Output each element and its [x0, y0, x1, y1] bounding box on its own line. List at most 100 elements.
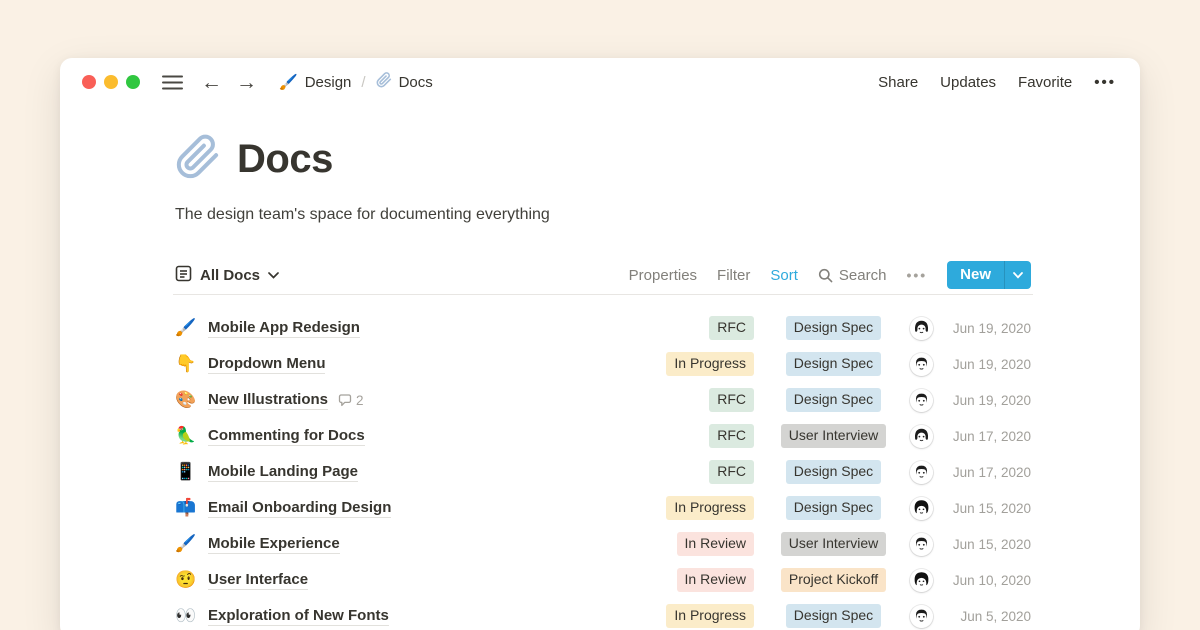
traffic-close-button[interactable] [82, 75, 96, 89]
table-row: 🖌️ Mobile App Redesign RFC Design Spec J… [175, 310, 1031, 346]
paperclip-icon [376, 72, 392, 92]
chevron-down-icon [1013, 272, 1023, 279]
table-row: 👀 Exploration of New Fonts In Progress D… [175, 598, 1031, 630]
table-row: 🤨 User Interface In Review Project Kicko… [175, 562, 1031, 598]
new-button[interactable]: New [947, 261, 1004, 289]
page-title[interactable]: Docs [237, 137, 333, 182]
type-tag[interactable]: Design Spec [786, 316, 881, 339]
breadcrumb-item-docs[interactable]: Docs [376, 72, 433, 92]
type-tag[interactable]: Project Kickoff [781, 568, 886, 591]
status-tag[interactable]: RFC [709, 316, 754, 339]
date-value: Jun 15, 2020 [945, 501, 1031, 516]
doc-title-link[interactable]: New Illustrations [208, 390, 328, 411]
updates-button[interactable]: Updates [940, 74, 996, 91]
table-row: 📫 Email Onboarding Design In Progress De… [175, 490, 1031, 526]
filter-button[interactable]: Filter [717, 267, 750, 284]
type-tag[interactable]: Design Spec [786, 460, 881, 483]
page-emoji-icon: 🖌️ [175, 318, 197, 338]
avatar[interactable] [910, 533, 933, 556]
share-button[interactable]: Share [878, 74, 918, 91]
traffic-zoom-button[interactable] [126, 75, 140, 89]
date-value: Jun 19, 2020 [945, 393, 1031, 408]
table-row: 👇 Dropdown Menu In Progress Design Spec … [175, 346, 1031, 382]
doc-title-link[interactable]: Mobile App Redesign [208, 318, 360, 339]
avatar[interactable] [910, 605, 933, 628]
date-value: Jun 15, 2020 [945, 537, 1031, 552]
avatar[interactable] [910, 461, 933, 484]
status-tag[interactable]: RFC [709, 460, 754, 483]
status-tag[interactable]: RFC [709, 388, 754, 411]
forward-arrow-icon[interactable]: → [236, 72, 257, 93]
toolbar-divider [173, 294, 1033, 295]
docs-table: 🖌️ Mobile App Redesign RFC Design Spec J… [175, 310, 1031, 630]
type-tag[interactable]: Design Spec [786, 496, 881, 519]
table-row: 🦜 Commenting for Docs RFC User Interview… [175, 418, 1031, 454]
avatar[interactable] [910, 317, 933, 340]
status-tag[interactable]: RFC [709, 424, 754, 447]
type-tag[interactable]: Design Spec [786, 352, 881, 375]
breadcrumb-label: Docs [399, 74, 433, 91]
doc-title-link[interactable]: Mobile Experience [208, 534, 340, 555]
status-tag[interactable]: In Progress [666, 604, 754, 627]
avatar[interactable] [910, 389, 933, 412]
traffic-minimize-button[interactable] [104, 75, 118, 89]
doc-title-link[interactable]: Mobile Landing Page [208, 462, 358, 483]
view-switcher-label: All Docs [200, 267, 260, 284]
menu-icon[interactable] [162, 75, 183, 90]
date-value: Jun 19, 2020 [945, 321, 1031, 336]
titlebar-actions: Share Updates Favorite ••• [878, 74, 1116, 91]
favorite-button[interactable]: Favorite [1018, 74, 1072, 91]
comment-count-value: 2 [356, 393, 364, 408]
type-tag[interactable]: Design Spec [786, 388, 881, 411]
properties-button[interactable]: Properties [629, 267, 697, 284]
avatar[interactable] [910, 497, 933, 520]
breadcrumb: 🖌️ Design / Docs [279, 72, 433, 92]
doc-title-link[interactable]: Commenting for Docs [208, 426, 365, 447]
page-emoji-icon: 🖌️ [175, 534, 197, 554]
date-value: Jun 5, 2020 [945, 609, 1031, 624]
doc-title-link[interactable]: Exploration of New Fonts [208, 606, 389, 627]
avatar[interactable] [910, 353, 933, 376]
status-tag[interactable]: In Review [677, 568, 754, 591]
more-options-icon[interactable]: ••• [1094, 74, 1116, 91]
status-tag[interactable]: In Review [677, 532, 754, 555]
app-window: ← → 🖌️ Design / Docs Share Updates Favor… [60, 58, 1140, 630]
chevron-down-icon [268, 272, 279, 279]
avatar[interactable] [910, 569, 933, 592]
breadcrumb-item-design[interactable]: 🖌️ Design [279, 73, 351, 91]
date-value: Jun 17, 2020 [945, 465, 1031, 480]
type-tag[interactable]: User Interview [781, 424, 886, 447]
page-emoji-icon: 👀 [175, 606, 197, 626]
search-button[interactable]: Search [818, 267, 887, 284]
page-emoji-icon: 📱 [175, 462, 197, 482]
new-dropdown-button[interactable] [1004, 261, 1031, 289]
back-arrow-icon[interactable]: ← [201, 72, 222, 93]
avatar[interactable] [910, 425, 933, 448]
search-icon [818, 268, 833, 283]
paperclip-icon-large[interactable] [175, 134, 221, 185]
search-label: Search [839, 267, 887, 284]
status-tag[interactable]: In Progress [666, 352, 754, 375]
doc-title-link[interactable]: Dropdown Menu [208, 354, 325, 375]
date-value: Jun 19, 2020 [945, 357, 1031, 372]
view-switcher[interactable]: All Docs [175, 265, 279, 286]
comment-count[interactable]: 2 [338, 393, 364, 408]
document-icon [175, 265, 192, 286]
new-button-group: New [947, 261, 1031, 289]
breadcrumb-separator: / [359, 74, 367, 91]
doc-title-link[interactable]: User Interface [208, 570, 308, 591]
page-emoji-icon: 🎨 [175, 390, 197, 410]
toolbar-more-icon[interactable]: ••• [906, 267, 927, 283]
breadcrumb-label: Design [305, 74, 352, 91]
type-tag[interactable]: Design Spec [786, 604, 881, 627]
page-emoji-icon: 📫 [175, 498, 197, 518]
sort-button[interactable]: Sort [770, 267, 798, 284]
page-subtitle[interactable]: The design team's space for documenting … [175, 206, 550, 224]
view-toolbar: All Docs Properties Filter Sort Search •… [175, 259, 1031, 291]
page-emoji-icon: 👇 [175, 354, 197, 374]
status-tag[interactable]: In Progress [666, 496, 754, 519]
type-tag[interactable]: User Interview [781, 532, 886, 555]
paintbrush-icon: 🖌️ [279, 73, 298, 91]
doc-title-link[interactable]: Email Onboarding Design [208, 498, 391, 519]
page-emoji-icon: 🤨 [175, 570, 197, 590]
